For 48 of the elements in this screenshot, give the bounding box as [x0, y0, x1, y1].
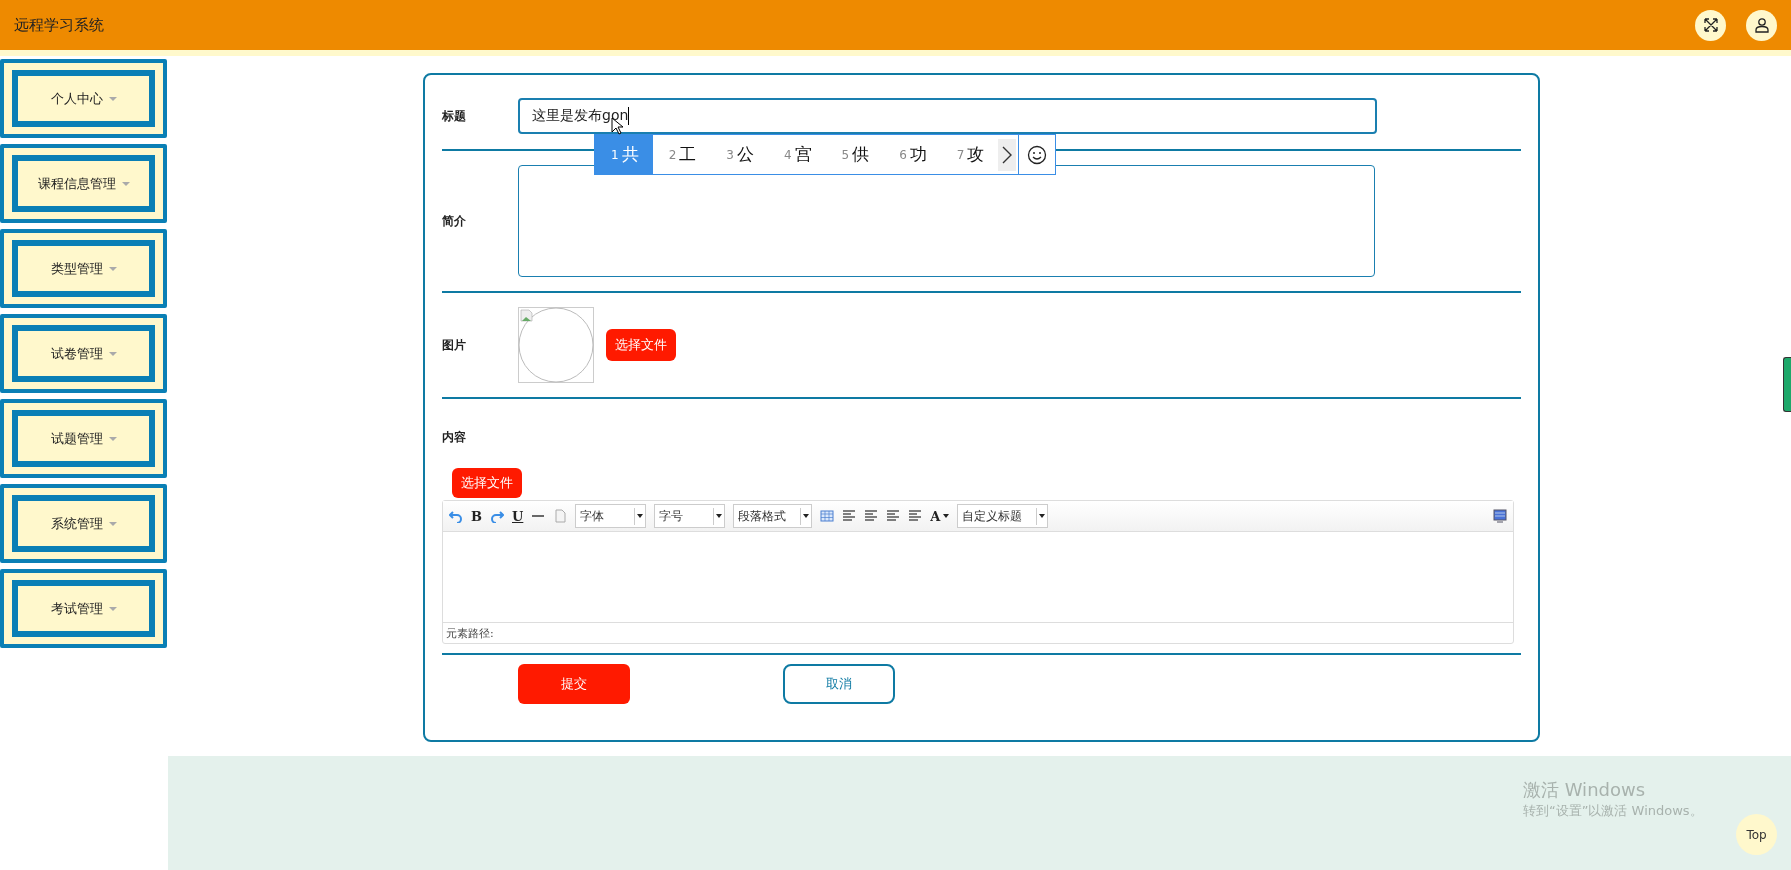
- user-icon: [1753, 17, 1770, 33]
- sidebar-item[interactable]: 试卷管理: [0, 314, 167, 393]
- sidebar-item[interactable]: 考试管理: [0, 569, 167, 648]
- toolbar-dropdown[interactable]: 段落格式: [733, 504, 813, 528]
- title-input[interactable]: 这里是发布gon: [518, 98, 1377, 134]
- table-icon[interactable]: [820, 509, 835, 523]
- activation-text: 转到“设置”以激活 Windows。: [1523, 802, 1703, 820]
- scroll-handle[interactable]: [1783, 357, 1791, 412]
- toolbar-dropdown[interactable]: 字号: [654, 504, 726, 528]
- sidebar-item[interactable]: 课程信息管理: [0, 144, 167, 223]
- ime-candidate[interactable]: 5 供: [825, 135, 884, 174]
- align-icon[interactable]: [908, 509, 923, 523]
- field-label: 内容: [442, 429, 467, 446]
- choose-file-button[interactable]: 选择文件: [452, 468, 522, 498]
- toolbar-dropdown[interactable]: 自定义标题: [957, 504, 1049, 528]
- undo-icon[interactable]: [449, 509, 463, 523]
- back-to-top-button[interactable]: Top: [1736, 814, 1777, 855]
- ime-candidate[interactable]: 3 公: [710, 135, 768, 174]
- element-path: 元素路径:: [446, 625, 494, 641]
- ime-candidate[interactable]: 2 工: [652, 135, 711, 174]
- format-button[interactable]: U: [512, 508, 524, 524]
- font-color-button[interactable]: A: [930, 508, 950, 524]
- fullscreen-button[interactable]: [1695, 9, 1726, 41]
- format-button[interactable]: B: [471, 508, 482, 524]
- redo-icon[interactable]: [490, 509, 504, 523]
- field-label: 标题: [442, 107, 467, 125]
- field-label: 图片: [442, 336, 467, 354]
- ime-candidate[interactable]: 7 攻: [940, 135, 999, 174]
- user-button[interactable]: [1746, 9, 1777, 41]
- sidebar-item[interactable]: 类型管理: [0, 229, 167, 308]
- fullscreen-icon[interactable]: [1493, 509, 1507, 523]
- align-icon[interactable]: [886, 509, 901, 523]
- cancel-button[interactable]: 取消: [783, 664, 895, 704]
- toolbar-dropdown[interactable]: 字体: [575, 504, 647, 528]
- activation-heading: 激活 Windows: [1523, 778, 1647, 802]
- submit-button[interactable]: 提交: [518, 664, 630, 704]
- next-page-icon[interactable]: [998, 138, 1017, 171]
- sidebar-item[interactable]: 系统管理: [0, 484, 167, 563]
- align-icon[interactable]: [842, 509, 857, 523]
- choose-file-button[interactable]: 选择文件: [606, 329, 676, 361]
- app-title: 远程学习系统: [14, 15, 104, 35]
- ime-candidate[interactable]: 6 功: [883, 135, 941, 174]
- expand-icon: [1702, 17, 1719, 33]
- ime-candidate[interactable]: 4 宫: [767, 135, 826, 174]
- field-label: 简介: [442, 212, 467, 230]
- sidebar-item[interactable]: 个人中心: [0, 59, 167, 138]
- align-icon[interactable]: [864, 509, 879, 523]
- sidebar-item[interactable]: 试题管理: [0, 399, 167, 478]
